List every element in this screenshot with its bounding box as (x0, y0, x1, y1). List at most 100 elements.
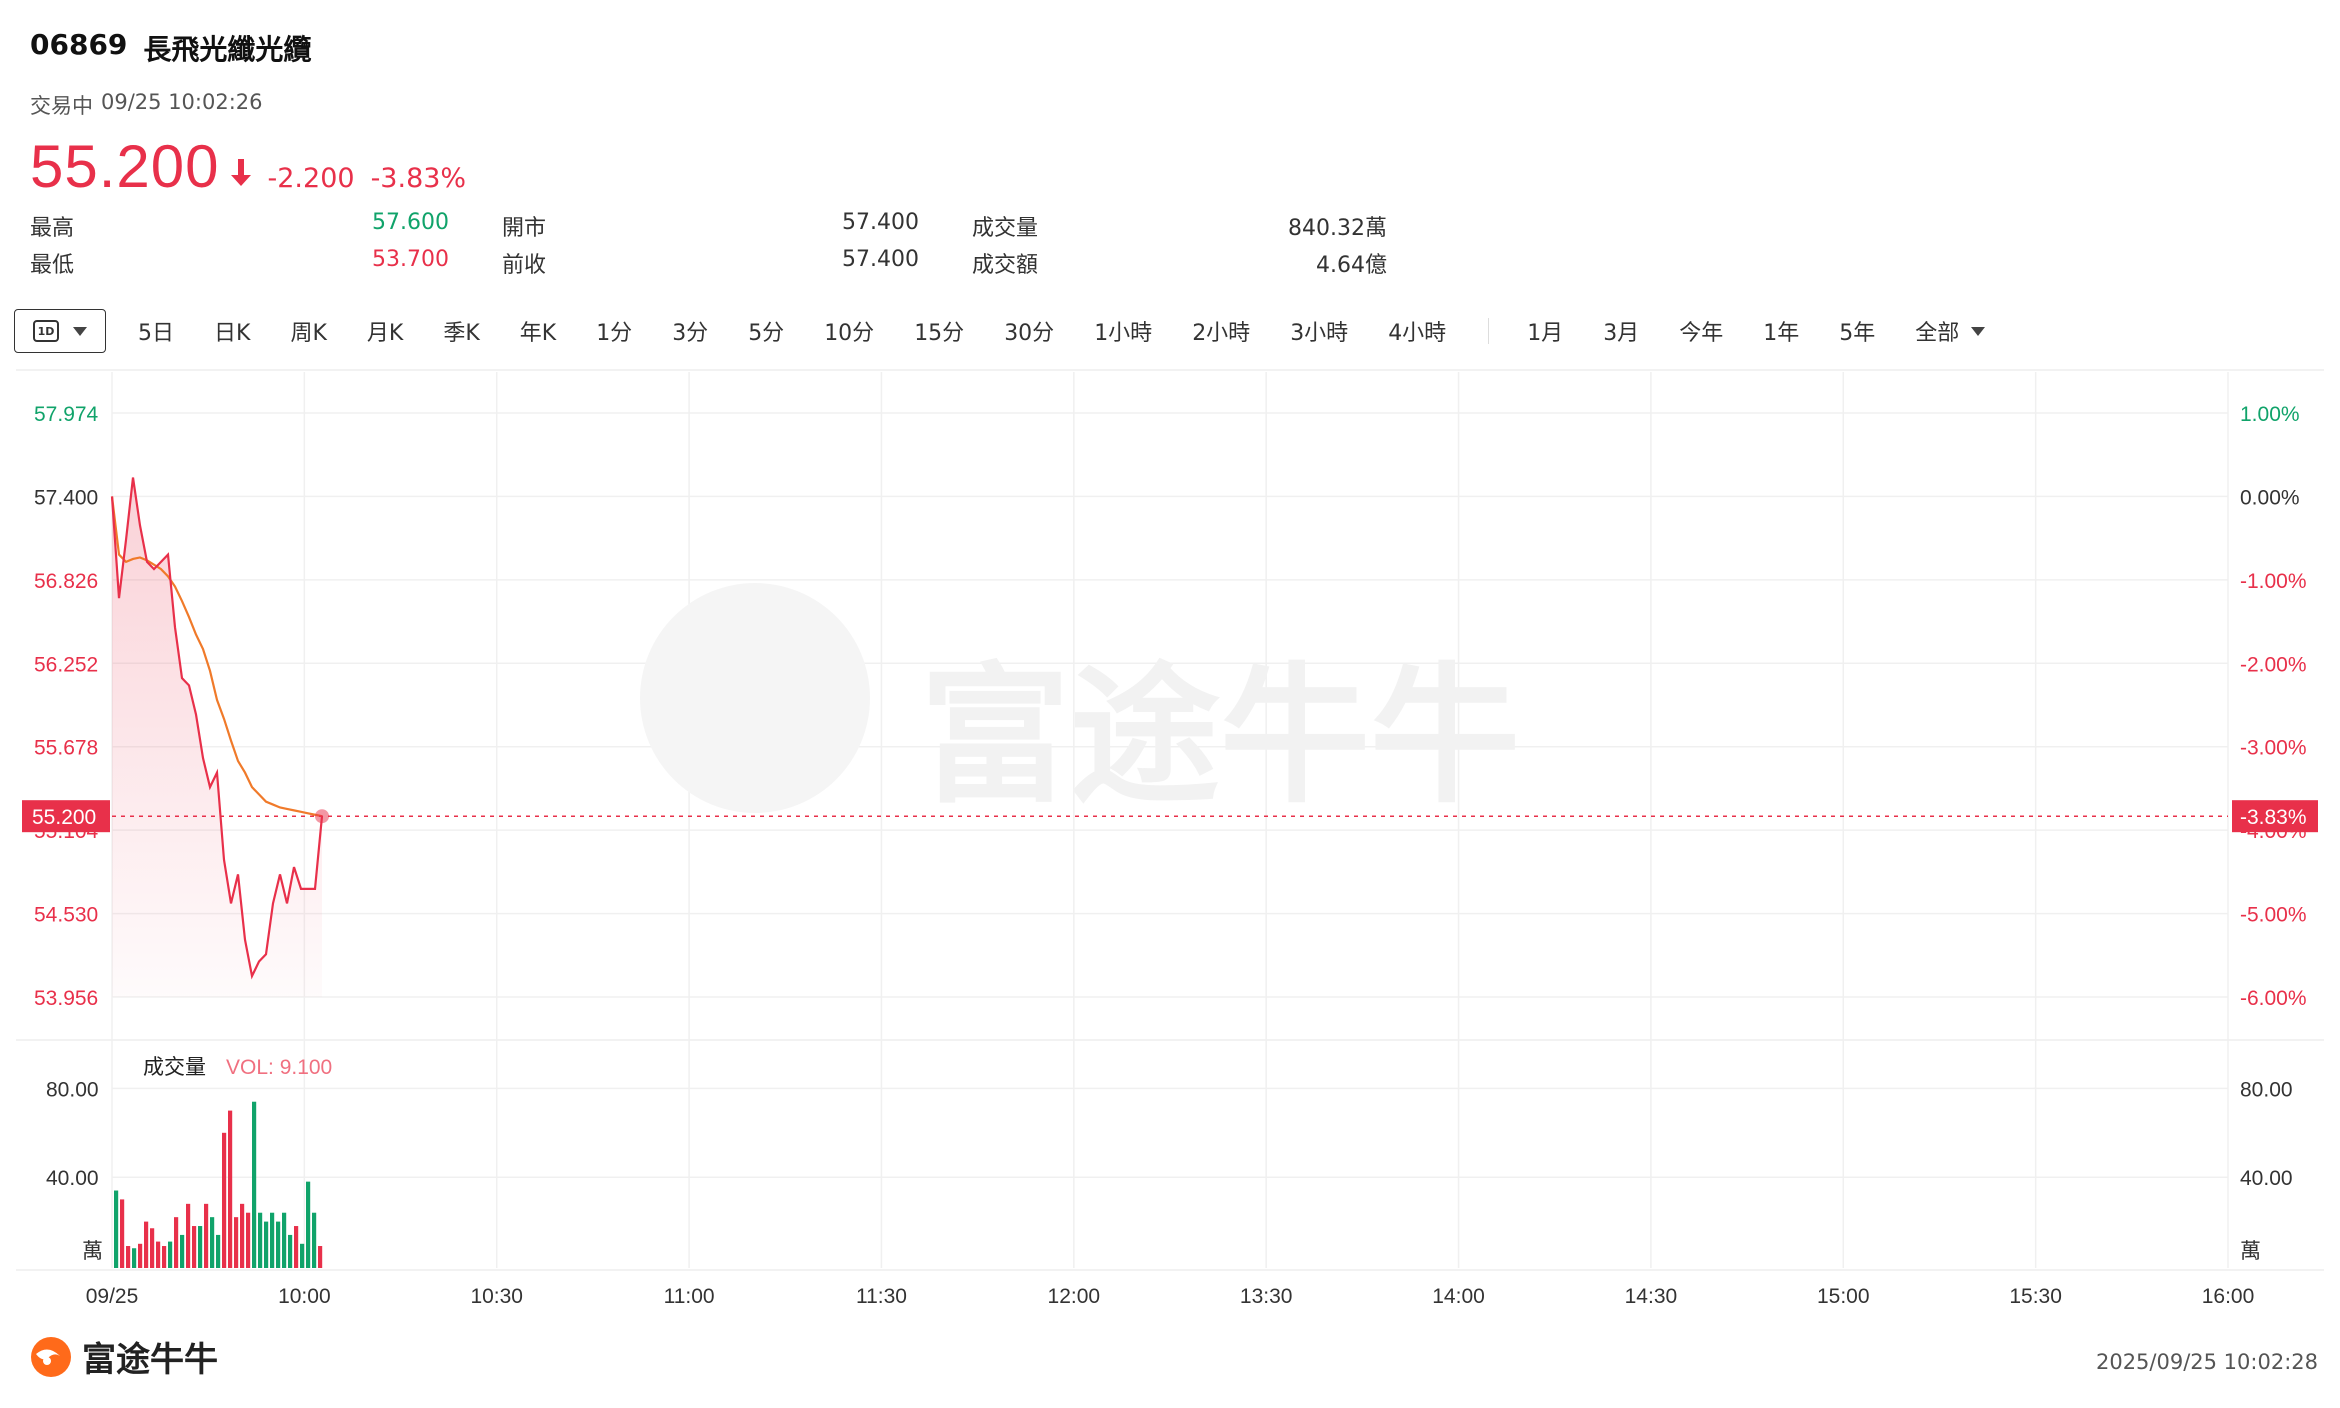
caret-down-icon[interactable] (1971, 326, 1986, 336)
current-price-tag: 55.200 (32, 806, 96, 829)
period-dropdown[interactable]: 1D (14, 309, 106, 353)
price-change: -2.200 (267, 163, 355, 194)
period-button[interactable]: 今年 (1659, 315, 1743, 347)
prev-close-label: 前收 (502, 253, 547, 278)
price-tick-label: 55.678 (34, 737, 98, 760)
high-label: 最高 (30, 216, 75, 241)
caret-down-icon (73, 326, 87, 336)
x-tick-label: 15:00 (1817, 1285, 1870, 1308)
period-button[interactable]: 1月 (1507, 315, 1583, 347)
open-label: 開市 (502, 216, 547, 241)
period-button[interactable]: 15分 (894, 315, 984, 347)
volume-bar (150, 1228, 155, 1268)
low-value: 53.700 (372, 247, 449, 272)
volume-bar (186, 1203, 191, 1268)
volume-bar (246, 1212, 251, 1268)
period-button[interactable]: 季K (423, 315, 499, 347)
period-button[interactable]: 5分 (728, 315, 804, 347)
period-button[interactable]: 2小時 (1172, 315, 1270, 347)
pct-tick-label: -3.00% (2240, 737, 2307, 760)
x-tick-label: 10:00 (278, 1285, 331, 1308)
current-pct-tag: -3.83% (2240, 806, 2307, 829)
volume-bar (306, 1181, 311, 1268)
period-button[interactable]: 4小時 (1368, 315, 1466, 347)
volume-bar (228, 1110, 233, 1268)
volume-bar (234, 1217, 239, 1268)
period-button[interactable]: 日K (194, 315, 270, 347)
pct-tick-label: -5.00% (2240, 904, 2307, 927)
pct-tick-label: -2.00% (2240, 653, 2307, 676)
period-divider (1488, 318, 1490, 344)
volume-bar (252, 1101, 257, 1268)
period-button[interactable]: 3分 (652, 315, 728, 347)
low-label: 最低 (30, 253, 75, 278)
period-button[interactable]: 周K (270, 315, 346, 347)
pct-tick-label: -6.00% (2240, 987, 2307, 1010)
period-button[interactable]: 全部 (1895, 315, 1979, 347)
period-button[interactable]: 年K (500, 315, 576, 347)
price-tick-label: 54.530 (34, 904, 98, 927)
price-tick-label: 57.974 (34, 403, 99, 426)
volume-bar (216, 1234, 221, 1268)
volume-tick-label: 80.00 (46, 1078, 99, 1101)
stats-panel: 最高 57.600 開市 57.400 成交量 840.32萬 最低 53.70… (30, 210, 1390, 284)
period-button[interactable]: 1分 (576, 315, 652, 347)
volume-bar (144, 1221, 149, 1268)
volume-bar (264, 1221, 269, 1268)
status-text: 交易中 (30, 94, 93, 118)
period-button[interactable]: 1年 (1743, 315, 1819, 347)
turnover-label: 成交額 (972, 253, 1039, 278)
price-area-fill (112, 477, 322, 998)
period-button[interactable]: 1小時 (1074, 315, 1172, 347)
price-tick-label: 56.252 (34, 653, 98, 676)
one-day-icon: 1D (33, 320, 59, 342)
volume-tick-label: 40.00 (2240, 1167, 2293, 1190)
volume-vol-text: VOL: 9.100 (226, 1056, 332, 1079)
period-button[interactable]: 10分 (804, 315, 894, 347)
price-chart[interactable]: 富途牛牛57.97457.40056.82656.25255.67855.104… (0, 368, 2340, 1348)
period-button[interactable]: 30分 (984, 315, 1074, 347)
period-toolbar: 1D 5日 日K 周K 月K 季K 年K 1分 3分 5分 10分 15分 30分 1小時 2小時 3小時 4… (14, 308, 1986, 354)
footer-brand-text: 富途牛牛 (82, 1340, 218, 1380)
period-button[interactable]: 3小時 (1270, 315, 1368, 347)
watermark-logo-icon (640, 583, 870, 813)
turnover-value: 4.64億 (1316, 253, 1387, 278)
high-value: 57.600 (372, 210, 449, 235)
watermark-text: 富途牛牛 (920, 650, 1520, 824)
futu-logo-icon (31, 1336, 71, 1377)
volume-value: 840.32萬 (1288, 216, 1387, 241)
stock-header: 06869 長飛光纖光纜 (30, 28, 311, 68)
volume-bar (156, 1241, 161, 1268)
stock-code: 06869 (30, 28, 128, 61)
period-button[interactable]: 月K (347, 315, 423, 347)
volume-bar (288, 1234, 293, 1268)
volume-tick-label: 80.00 (2240, 1078, 2293, 1101)
period-button[interactable]: 5日 (118, 315, 194, 347)
volume-bar (192, 1226, 197, 1268)
volume-bar (138, 1243, 143, 1268)
volume-bar (240, 1203, 245, 1268)
period-button[interactable]: 5年 (1819, 315, 1895, 347)
volume-bar (294, 1226, 299, 1268)
prev-close-value: 57.400 (842, 247, 919, 272)
x-tick-label: 09/25 (86, 1285, 139, 1308)
stock-name: 長飛光纖光纜 (143, 33, 312, 66)
x-tick-label: 16:00 (2202, 1285, 2255, 1308)
volume-bar (198, 1226, 203, 1268)
volume-bar (210, 1217, 215, 1268)
x-tick-label: 13:30 (1240, 1285, 1293, 1308)
chart-svg: 富途牛牛57.97457.40056.82656.25255.67855.104… (16, 369, 2324, 1308)
price-tick-label: 57.400 (34, 486, 98, 509)
period-button[interactable]: 3月 (1583, 315, 1659, 347)
volume-bar (162, 1246, 167, 1268)
volume-bar (114, 1190, 119, 1268)
volume-bar (282, 1212, 287, 1268)
current-price: 55.200 (30, 133, 220, 200)
volume-bar (300, 1243, 305, 1268)
price-tick-label: 53.956 (34, 987, 98, 1010)
pct-tick-label: -1.00% (2240, 570, 2307, 593)
footer-brand: 富途牛牛 (28, 1332, 218, 1381)
status-datetime: 09/25 10:02:26 (101, 90, 263, 114)
x-tick-label: 14:00 (1432, 1285, 1485, 1308)
volume-unit-label: 萬 (82, 1239, 103, 1263)
